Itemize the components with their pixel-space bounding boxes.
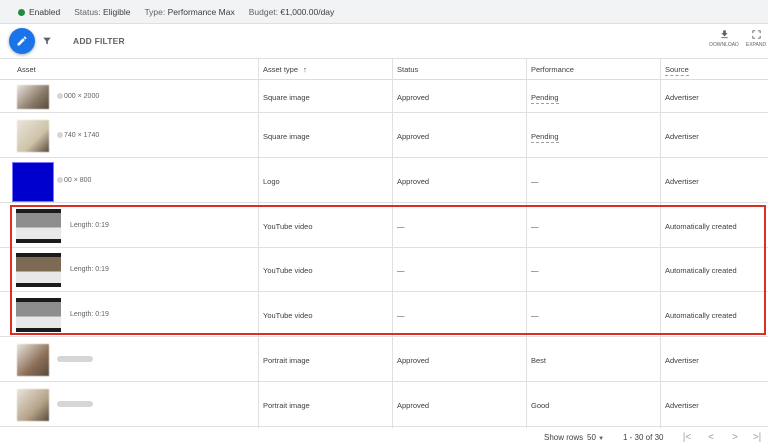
video-thumbnail[interactable] [16,253,61,287]
table-header: Asset Asset type ↑ Status Performance So… [0,58,768,80]
table-row[interactable]: Portrait image Approved Best Advertiser [0,337,768,382]
performance-cell: Pending [531,93,559,104]
enabled-status[interactable]: Enabled [18,7,60,17]
source-cell: Advertiser [665,132,699,141]
asset-dimensions-label: 740 × 1740 [57,132,99,139]
image-thumbnail[interactable] [17,344,49,376]
video-length-label: Length: 0:19 [70,266,109,273]
table-row[interactable]: Portrait image Approved Good Advertiser [0,382,768,427]
next-page-icon[interactable]: > [729,432,741,444]
logo-thumbnail[interactable] [12,162,54,202]
video-thumbnail[interactable] [16,298,61,332]
pagination-range: 1 - 30 of 30 [623,433,664,442]
asset-type-cell: Square image [263,93,310,102]
video-length-label: Length: 0:19 [70,311,109,318]
pencil-icon [17,36,27,46]
campaign-status-bar: Enabled Status: Eligible Type: Performan… [0,0,768,24]
table-row[interactable]: 740 × 1740 Square image Approved Pending Adv… [0,113,768,158]
download-icon [720,30,728,39]
show-rows-label: Show rows [544,433,584,442]
performance-cell: — [531,222,539,231]
status-cell: Approved [397,93,430,102]
source-cell: Advertiser [665,177,699,186]
blurred-text [57,401,93,408]
performance-cell: — [531,177,539,186]
column-header-asset-type[interactable]: Asset type ↑ [263,59,307,81]
download-button[interactable]: DOWNLOAD [709,29,739,48]
last-page-icon[interactable]: >| [751,432,763,444]
source-cell: Advertiser [665,93,699,102]
table-row[interactable]: Length: 0:19 YouTube video — — Automatically… [0,203,768,248]
video-thumbnail[interactable] [16,209,61,243]
table-row[interactable]: Length: 0:19 YouTube video — — Automatically… [0,292,768,337]
performance-cell: — [531,266,539,275]
table-row[interactable]: Length: 0:19 YouTube video — — Automatically… [0,248,768,292]
source-cell: Advertiser [665,401,699,410]
column-header-performance[interactable]: Performance [531,59,574,81]
table-row[interactable]: 000 × 2000 Square image Approved Pending Adv… [0,80,768,113]
status-cell: Approved [397,401,430,410]
status-cell: Approved [397,177,430,186]
video-length-label: Length: 0:19 [70,222,109,229]
asset-type-cell: Portrait image [263,356,310,365]
performance-cell: — [531,311,539,320]
asset-dimensions-label: 00 × 800 [57,177,91,184]
asset-type-cell: YouTube video [263,311,313,320]
performance-cell: Pending [531,132,559,143]
asset-type-cell: Logo [263,177,280,186]
status-cell: — [397,222,405,231]
asset-type-cell: YouTube video [263,222,313,231]
asset-type-cell: Square image [263,132,310,141]
blurred-text [57,356,93,363]
campaign-type: Type: Performance Max [144,6,235,17]
status-cell: — [397,311,405,320]
blurred-text [57,93,63,100]
asset-dimensions-label [57,356,94,363]
rows-per-page-select[interactable]: 50 ▼ [587,433,604,442]
sort-ascending-icon: ↑ [303,65,307,74]
asset-type-cell: YouTube video [263,266,313,275]
blurred-text [57,132,63,139]
expand-label: EXPAND [745,42,767,48]
blurred-text [57,177,63,184]
column-header-asset[interactable]: Asset [17,59,36,81]
image-thumbnail[interactable] [17,85,49,109]
status-cell: Approved [397,132,430,141]
status-cell: Approved [397,356,430,365]
table-row[interactable]: 00 × 800 Logo Approved — Advertiser [0,158,768,203]
download-label: DOWNLOAD [709,42,739,48]
source-cell: Automatically created [665,222,737,231]
column-header-source[interactable]: Source [665,59,689,81]
dropdown-arrow-icon: ▼ [598,436,605,442]
performance-cell: Good [531,401,550,410]
asset-dimensions-label: 000 × 2000 [57,93,99,100]
image-thumbnail[interactable] [17,389,49,421]
expand-button[interactable]: EXPAND [741,29,768,48]
image-thumbnail[interactable] [17,120,49,152]
performance-cell: Best [531,356,547,365]
eligibility-status: Status: Eligible [74,6,131,17]
first-page-icon[interactable]: |< [681,432,693,444]
asset-dimensions-label [57,401,94,408]
filter-icon[interactable] [42,36,52,46]
source-cell: Advertiser [665,356,699,365]
source-cell: Automatically created [665,266,737,275]
previous-page-icon[interactable]: < [705,432,717,444]
table-footer: Show rows 50 ▼ 1 - 30 of 30 |< < > >| [0,429,768,447]
asset-type-cell: Portrait image [263,401,310,410]
add-filter-button[interactable]: ADD FILTER [73,36,125,46]
edit-button[interactable] [9,28,35,54]
status-dot-icon [18,8,25,16]
status-cell: — [397,266,405,275]
source-cell: Automatically created [665,311,737,320]
expand-icon [751,30,761,39]
column-header-status[interactable]: Status [397,59,418,81]
campaign-budget: Budget: €1,000.00/day [248,6,335,17]
